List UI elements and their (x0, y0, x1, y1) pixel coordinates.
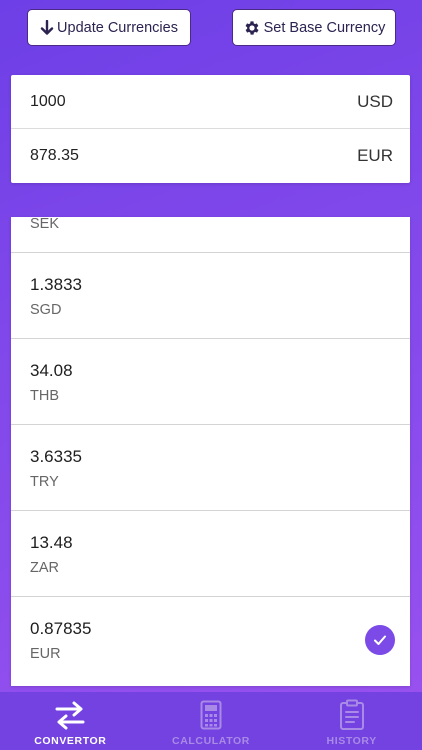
calculator-icon (200, 699, 222, 731)
gear-icon (243, 19, 261, 37)
list-item[interactable]: 3.6335 TRY (11, 425, 410, 511)
rate-code: SGD (30, 302, 62, 318)
from-currency-code[interactable]: USD (357, 92, 393, 112)
tab-label: CALCULATOR (172, 735, 250, 747)
converter-from-row[interactable]: 1000 USD (11, 75, 410, 129)
rate-value: 3.6335 (30, 447, 82, 466)
tab-convertor[interactable]: CONVERTOR (0, 692, 141, 750)
list-item[interactable]: 1.3833 SGD (11, 253, 410, 339)
list-item-selected[interactable]: 0.87835 EUR (11, 597, 410, 683)
tab-history[interactable]: HISTORY (281, 692, 422, 750)
tab-calculator[interactable]: CALCULATOR (141, 692, 282, 750)
checkmark-icon (365, 625, 395, 655)
set-base-currency-button[interactable]: Set Base Currency (232, 9, 396, 46)
top-toolbar: Update Currencies Set Base Currency (0, 0, 422, 56)
list-item[interactable]: 13.48 ZAR (11, 511, 410, 597)
list-item[interactable]: 34.08 THB (11, 339, 410, 425)
update-currencies-label: Update Currencies (57, 19, 178, 36)
rate-code: THB (30, 388, 59, 404)
rate-code: EUR (30, 646, 61, 662)
rate-value: 13.48 (30, 533, 73, 552)
rate-code: ZAR (30, 560, 59, 576)
to-amount-value: 878.35 (30, 147, 79, 164)
from-amount-input[interactable]: 1000 (30, 93, 66, 111)
to-currency-code[interactable]: EUR (357, 146, 393, 166)
list-item[interactable]: SEK (11, 217, 410, 253)
swap-arrows-icon (54, 699, 86, 731)
rate-value: 34.08 (30, 361, 73, 380)
rate-value: 0.87835 (30, 619, 92, 638)
bottom-tab-bar: CONVERTOR CALCULATOR HISTORY (0, 692, 422, 750)
arrow-down-icon (40, 19, 54, 36)
tab-label: HISTORY (326, 735, 377, 747)
converter-card: 1000 USD 878.35 EUR (11, 75, 410, 183)
clipboard-icon (339, 699, 365, 731)
converter-to-row[interactable]: 878.35 EUR (11, 129, 410, 183)
rate-value: 1.3833 (30, 275, 82, 294)
rate-code: TRY (30, 474, 59, 490)
tab-label: CONVERTOR (34, 735, 107, 747)
set-base-currency-label: Set Base Currency (263, 19, 386, 36)
rate-code: SEK (30, 217, 60, 232)
rates-list[interactable]: SEK 1.3833 SGD 34.08 THB 3.6335 TRY 13.4… (11, 217, 410, 686)
update-currencies-button[interactable]: Update Currencies (27, 9, 191, 46)
